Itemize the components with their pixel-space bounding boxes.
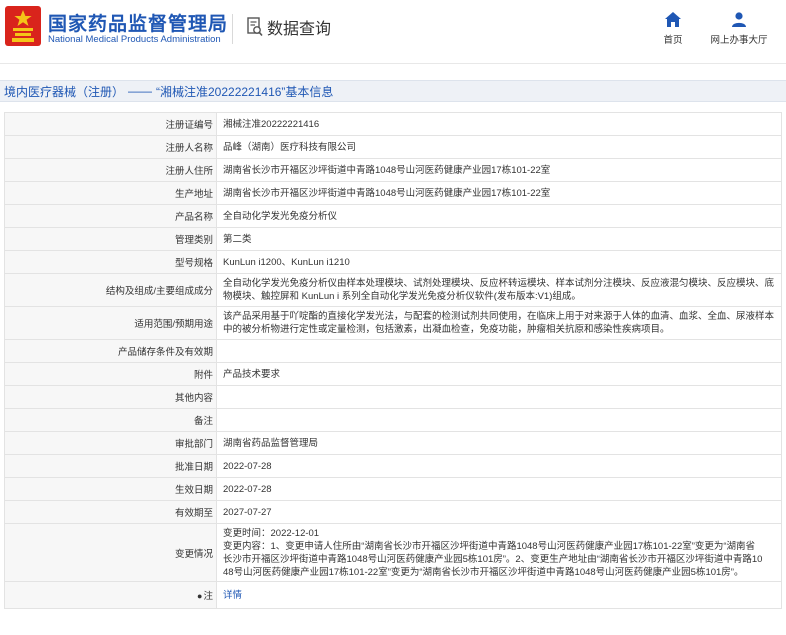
field-value-structure: 全自动化学发光免疫分析仪由样本处理模块、试剂处理模块、反应杯转运模块、样本试剂分… (216, 273, 782, 307)
field-value-remark (216, 408, 782, 432)
table-row: 管理类别 第二类 (4, 227, 782, 251)
registration-info-table: 注册证编号 湘械注准20222221416 注册人名称 品峰（湖南）医疗科技有限… (4, 112, 782, 609)
field-label: 注册证编号 (4, 112, 217, 136)
field-label: 附件 (4, 362, 217, 386)
table-row: 附件 产品技术要求 (4, 362, 782, 386)
table-row: 备注 (4, 408, 782, 432)
breadcrumb: 境内医疗器械（注册） —— “湘械注准20222221416”基本信息 (0, 80, 786, 102)
field-value-registrant: 品峰（湖南）医疗科技有限公司 (216, 135, 782, 159)
table-row: 型号规格 KunLun i1200、KunLun i1210 (4, 250, 782, 274)
field-value-attachment: 产品技术要求 (216, 362, 782, 386)
agency-name-cn: 国家药品监督管理局 (48, 14, 229, 35)
nav-home-label: 首页 (663, 35, 683, 46)
field-value-registrant-address: 湖南省长沙市开福区沙坪街道中青路1048号山河医药健康产业园17栋101-22室 (216, 158, 782, 182)
table-row: 批准日期 2022-07-28 (4, 454, 782, 478)
table-row: 生效日期 2022-07-28 (4, 477, 782, 501)
table-row: 产品储存条件及有效期 (4, 339, 782, 363)
field-value-approval-date: 2022-07-28 (216, 454, 782, 478)
breadcrumb-section-link[interactable]: 境内医疗器械（注册） (4, 83, 124, 100)
field-value-other (216, 385, 782, 409)
user-icon (732, 12, 746, 27)
field-label: 管理类别 (4, 227, 217, 251)
field-value-scope: 该产品采用基于吖啶酯的直接化学发光法，与配套的检测试剂共同使用，在临床上用于对来… (216, 306, 782, 340)
field-value-effective-date: 2022-07-28 (216, 477, 782, 501)
field-label: 备注 (4, 408, 217, 432)
data-query-title: 数据查询 (247, 15, 331, 39)
table-row: 审批部门 湖南省药品监督管理局 (4, 431, 782, 455)
field-value-mgmt-class: 第二类 (216, 227, 782, 251)
pin-icon: ● (197, 591, 203, 601)
field-label-note: ●注 (4, 581, 217, 609)
agency-name-en: National Medical Products Administration (48, 34, 221, 45)
details-link[interactable]: 详情 (223, 590, 242, 601)
field-label: 生产地址 (4, 181, 217, 205)
nav-home[interactable]: 首页 (653, 12, 693, 46)
field-label: 生效日期 (4, 477, 217, 501)
field-label: 有效期至 (4, 500, 217, 524)
table-row: ●注 详情 (4, 581, 782, 609)
field-label: 注册人住所 (4, 158, 217, 182)
field-value-reg-no: 湘械注准20222221416 (216, 112, 782, 136)
table-row: 生产地址 湖南省长沙市开福区沙坪街道中青路1048号山河医药健康产业园17栋10… (4, 181, 782, 205)
field-label: 审批部门 (4, 431, 217, 455)
field-label: 批准日期 (4, 454, 217, 478)
table-row: 结构及组成/主要组成成分 全自动化学发光免疫分析仪由样本处理模块、试剂处理模块、… (4, 273, 782, 307)
header-divider (232, 14, 233, 44)
field-label: 结构及组成/主要组成成分 (4, 273, 217, 307)
data-query-label: 数据查询 (267, 21, 332, 38)
field-value-changes: 变更时间：2022-12-01 变更内容：1、变更申请人住所由“湖南省长沙市开福… (216, 523, 782, 582)
breadcrumb-separator: —— (128, 84, 153, 98)
table-row: 产品名称 全自动化学发光免疫分析仪 (4, 204, 782, 228)
field-label: 注册人名称 (4, 135, 217, 159)
field-value-production-address: 湖南省长沙市开福区沙坪街道中青路1048号山河医药健康产业园17栋101-22室 (216, 181, 782, 205)
field-label: 型号规格 (4, 250, 217, 274)
field-value-note: 详情 (216, 581, 782, 609)
field-value-approver: 湖南省药品监督管理局 (216, 431, 782, 455)
field-value-model: KunLun i1200、KunLun i1210 (216, 250, 782, 274)
nav-online-service-hall[interactable]: 网上办事大厅 (700, 12, 778, 46)
field-value-storage (216, 339, 782, 363)
table-row: 有效期至 2027-07-27 (4, 500, 782, 524)
breadcrumb-current: “湘械注准20222221416”基本信息 (156, 84, 334, 99)
field-label: 其他内容 (4, 385, 217, 409)
field-value-product-name: 全自动化学发光免疫分析仪 (216, 204, 782, 228)
home-icon (665, 12, 681, 27)
document-search-icon (247, 17, 263, 37)
header-rule (0, 63, 786, 64)
field-value-expiry-date: 2027-07-27 (216, 500, 782, 524)
table-row: 注册人住所 湖南省长沙市开福区沙坪街道中青路1048号山河医药健康产业园17栋1… (4, 158, 782, 182)
field-label: 产品名称 (4, 204, 217, 228)
table-row: 注册证编号 湘械注准20222221416 (4, 112, 782, 136)
national-emblem-logo (5, 6, 41, 46)
table-row: 其他内容 (4, 385, 782, 409)
table-row: 注册人名称 品峰（湖南）医疗科技有限公司 (4, 135, 782, 159)
field-label: 适用范围/预期用途 (4, 306, 217, 340)
site-header: 国家药品监督管理局 National Medical Products Admi… (0, 0, 786, 60)
table-row: 适用范围/预期用途 该产品采用基于吖啶酯的直接化学发光法，与配套的检测试剂共同使… (4, 306, 782, 340)
nav-online-service-hall-label: 网上办事大厅 (710, 35, 768, 46)
field-label: 产品储存条件及有效期 (4, 339, 217, 363)
field-label: 变更情况 (4, 523, 217, 582)
table-row: 变更情况 变更时间：2022-12-01 变更内容：1、变更申请人住所由“湖南省… (4, 523, 782, 582)
